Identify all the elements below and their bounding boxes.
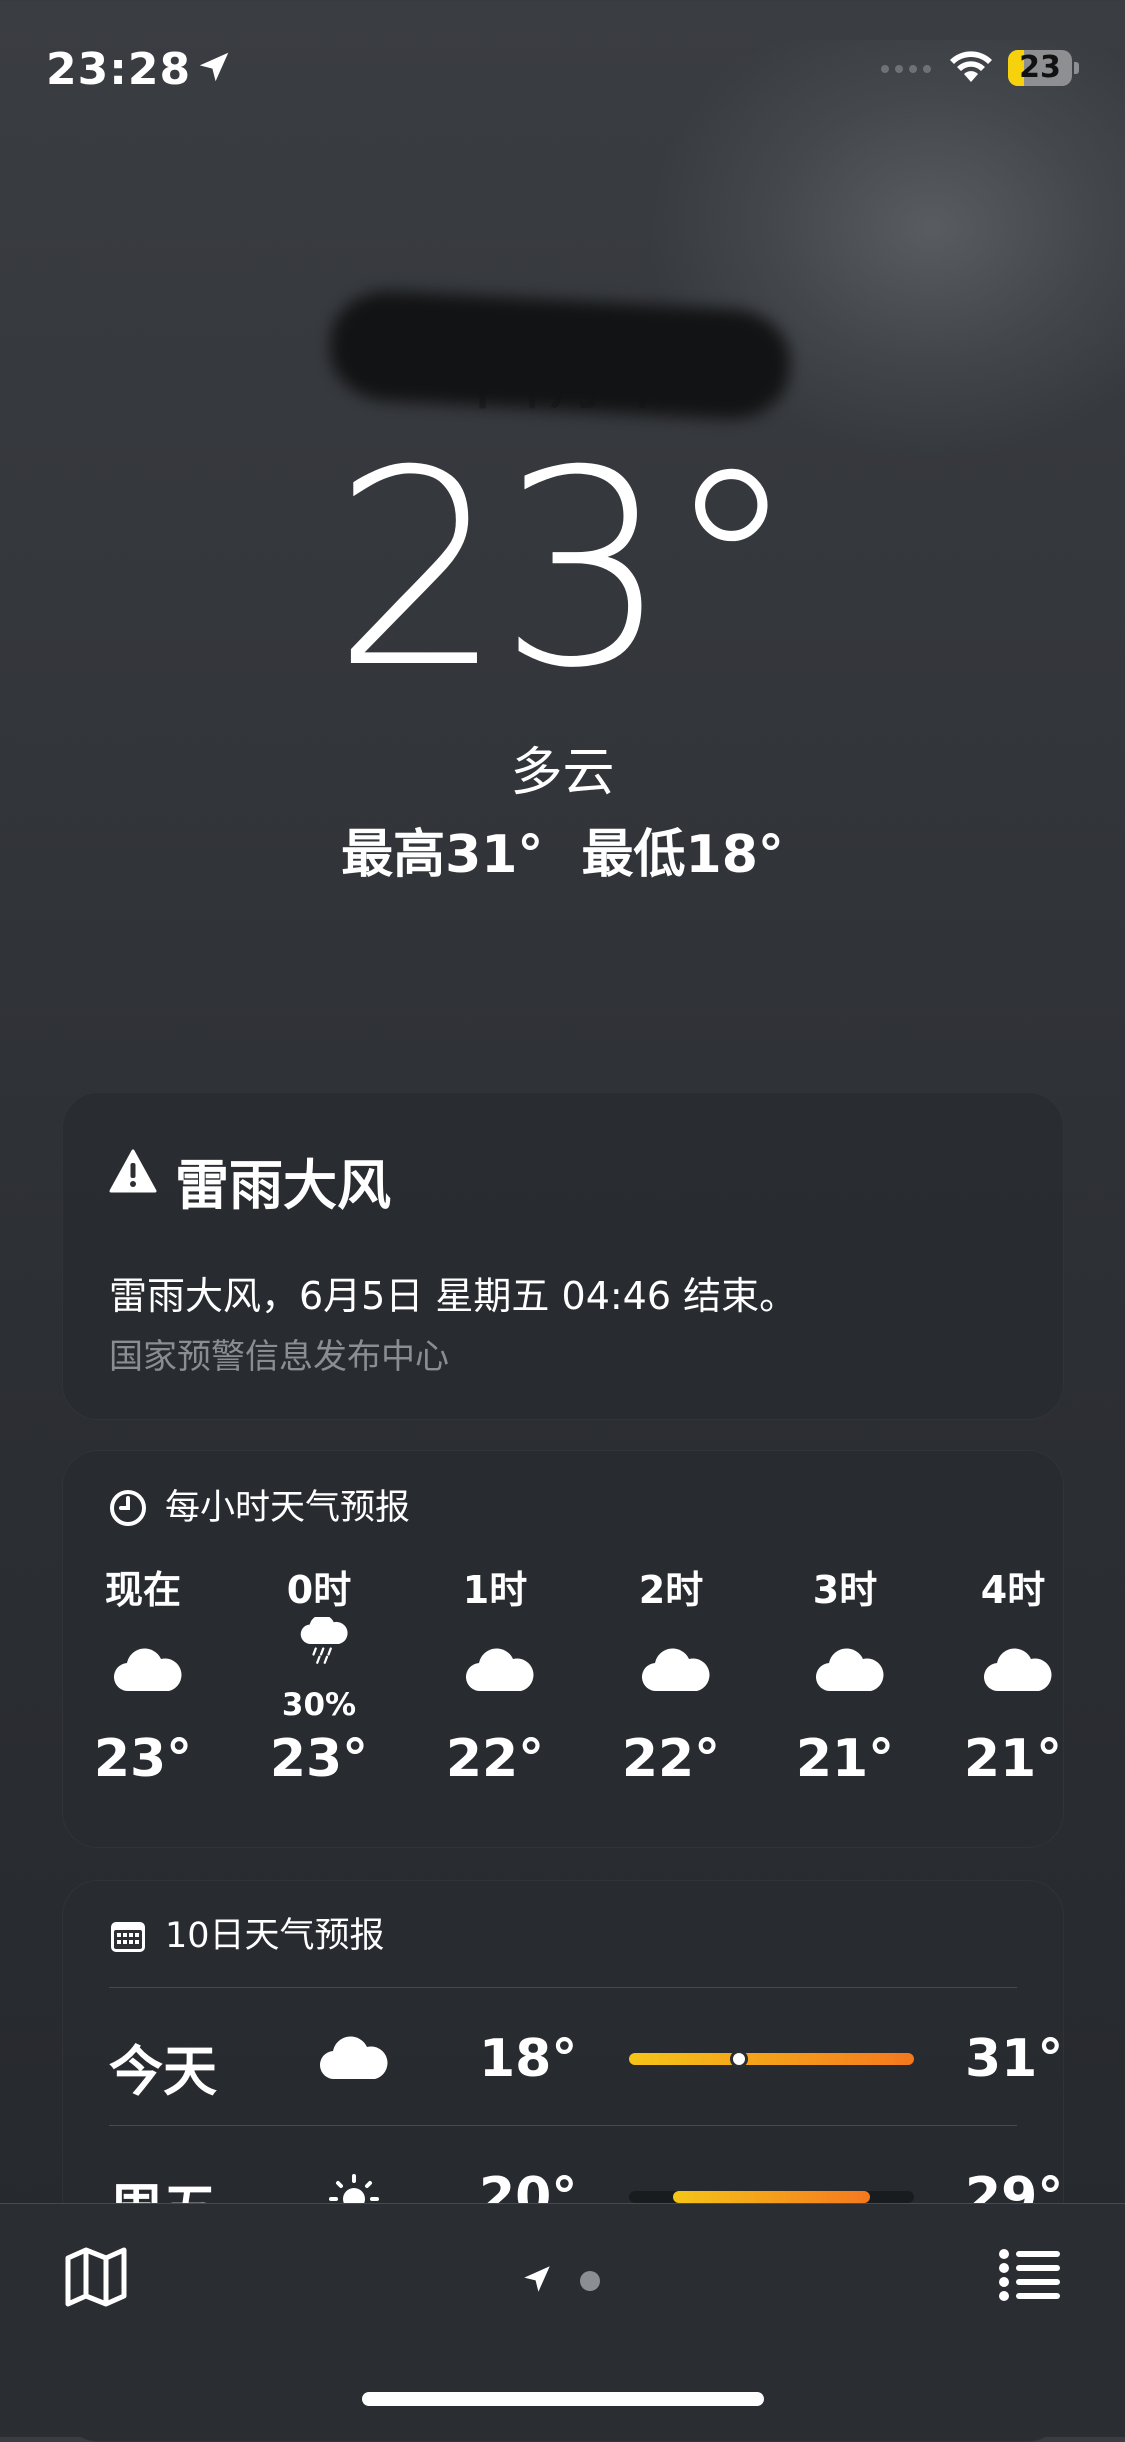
weather-alert-card[interactable]: 雷雨大风 雷雨大风，6月5日 星期五 04:46 结束。 国家预警信息发布中心 <box>62 1092 1064 1420</box>
hour-label: 3时 <box>812 1568 878 1612</box>
temperature-range-fill <box>672 2191 871 2203</box>
high-temperature: 最高31° <box>341 825 544 885</box>
cloud-icon <box>815 1648 884 1692</box>
high-low: 最高31° 最低18° <box>0 812 1125 887</box>
low-temperature: 最低18° <box>581 825 784 885</box>
day-name: 今天 <box>109 2040 217 2103</box>
day-high: 31° <box>965 2029 1064 2089</box>
hour-item: 1时 22° <box>415 1551 575 1841</box>
hour-label: 4时 <box>980 1568 1046 1612</box>
cloud-icon <box>113 1648 182 1692</box>
hour-label: 0时 <box>286 1568 352 1612</box>
temperature-range-bar <box>629 2050 914 2068</box>
hour-temp: 21° <box>963 1729 1063 1789</box>
current-temperature-dot <box>729 2050 748 2068</box>
location-arrow-icon <box>524 2266 550 2292</box>
page-dot <box>580 2271 600 2291</box>
status-time: 23:28 <box>46 44 192 95</box>
hour-item: 4时 21° <box>933 1551 1063 1841</box>
hour-label: 1时 <box>462 1568 528 1612</box>
temperature-range-fill <box>629 2053 914 2065</box>
signal-icon <box>881 65 931 73</box>
battery-cap <box>1074 62 1079 74</box>
alert-source: 国家预警信息发布中心 <box>109 1337 449 1377</box>
location-arrow-icon <box>199 52 229 82</box>
cloud-icon <box>983 1648 1052 1692</box>
map-icon[interactable] <box>64 2246 128 2308</box>
current-temperature: 23° <box>332 412 799 727</box>
cloud-icon <box>641 1648 710 1692</box>
hour-temp: 22° <box>621 1729 721 1789</box>
cloud-rain-icon <box>300 1617 348 1664</box>
hourly-forecast-card[interactable]: 每小时天气预报 现在 23° 0时 30% 23° 1时 22° 2时 22° <box>62 1450 1064 1848</box>
status-bar: 23:28 23 <box>0 0 1125 140</box>
divider <box>109 2125 1017 2126</box>
list-icon[interactable] <box>998 2248 1060 2302</box>
hour-label: 现在 <box>104 1568 181 1612</box>
hourly-list[interactable]: 现在 23° 0时 30% 23° 1时 22° 2时 22° 3时 21° 4… <box>63 1551 1063 1841</box>
hour-item: 2时 22° <box>591 1551 751 1841</box>
temperature-range-bar <box>629 2191 914 2203</box>
battery-indicator: 23 <box>1008 50 1079 86</box>
battery-level: 23 <box>1019 50 1061 85</box>
hour-temp: 23° <box>269 1729 369 1789</box>
hour-temp: 23° <box>93 1729 193 1789</box>
wifi-icon <box>950 51 992 82</box>
hour-temp: 21° <box>795 1729 895 1789</box>
alert-text: 雷雨大风，6月5日 星期五 04:46 结束。 <box>109 1274 798 1318</box>
day-row[interactable]: 今天 18° 31° <box>109 1989 1063 2125</box>
hourly-header-label: 每小时天气预报 <box>165 1488 411 1528</box>
cloud-icon <box>319 2036 388 2080</box>
alert-title: 雷雨大风 <box>175 1154 391 1217</box>
home-indicator[interactable] <box>362 2392 764 2406</box>
precipitation-chance: 30% <box>281 1687 357 1723</box>
hour-label: 2时 <box>638 1568 704 1612</box>
calendar-icon <box>111 1922 145 1952</box>
daily-header-label: 10日天气预报 <box>165 1916 385 1956</box>
cloud-icon <box>465 1648 534 1692</box>
warning-icon <box>109 1149 157 1193</box>
day-low: 18° <box>479 2029 578 2089</box>
current-condition: 多云 <box>510 743 615 803</box>
hour-item: 0时 30% 23° <box>239 1551 399 1841</box>
hour-item: 3时 21° <box>765 1551 925 1841</box>
clock-icon <box>110 1490 146 1526</box>
divider <box>109 1987 1017 1988</box>
hour-item: 现在 23° <box>63 1551 223 1841</box>
hour-temp: 22° <box>445 1729 545 1789</box>
page-indicator[interactable] <box>520 2258 610 2298</box>
